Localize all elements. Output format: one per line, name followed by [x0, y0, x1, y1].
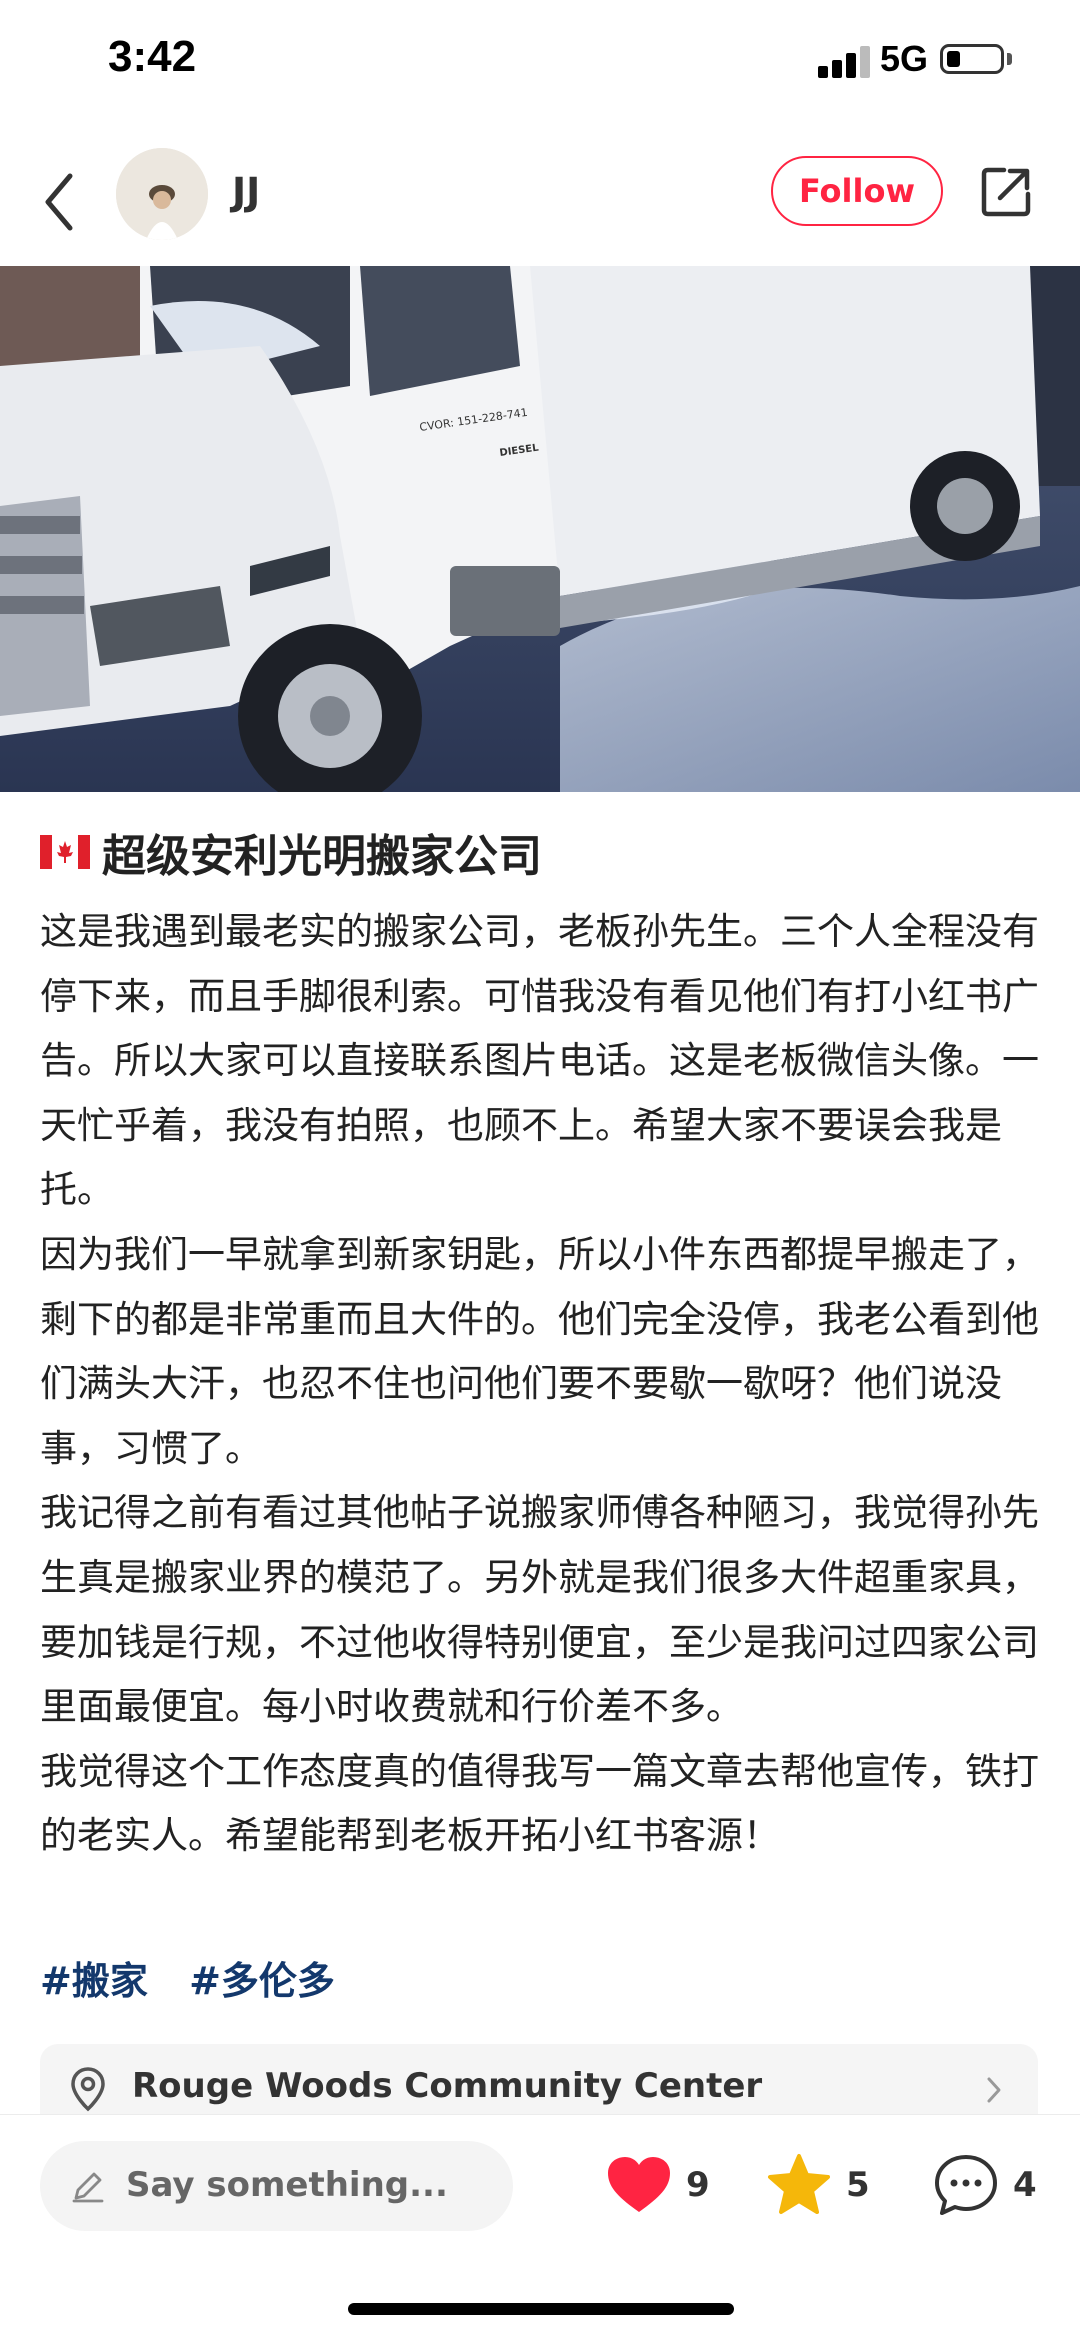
signal-icon [818, 44, 874, 78]
post-body: 这是我遇到最老实的搬家公司，老板孙先生。三个人全程没有停下来，而且手脚很利索。可… [40, 900, 1045, 1869]
comment-bubble-icon [935, 2155, 997, 2215]
follow-button[interactable]: Follow [771, 156, 943, 226]
post-tags: #搬家 #多伦多 [40, 1950, 363, 2005]
battery-icon [940, 44, 1004, 74]
location-name: Rouge Woods Community Center [132, 2066, 763, 2106]
back-arrow-icon[interactable] [36, 162, 86, 242]
status-bar: 3:42 5G [0, 0, 1080, 120]
post-paragraph: 我觉得这个工作态度真的值得我写一篇文章去帮他宣传，铁打的老实人。希望能帮到老板开… [40, 1749, 1039, 1858]
post-header: JJ Follow [0, 140, 1080, 266]
favorite-action[interactable]: 5 [766, 2153, 870, 2217]
post-title: 超级安利光明搬家公司 [40, 820, 542, 884]
pen-icon [72, 2172, 104, 2203]
tag-link[interactable]: #多伦多 [189, 1959, 335, 2003]
username[interactable]: JJ [232, 170, 260, 214]
canada-flag-icon [40, 835, 90, 869]
comment-count: 4 [1013, 2165, 1037, 2205]
post-photo[interactable]: CVOR: 151-228-741 DIESEL [0, 266, 1080, 792]
home-indicator [348, 2303, 734, 2315]
chevron-right-icon [987, 2077, 1001, 2103]
like-action[interactable]: 9 [606, 2153, 710, 2217]
share-icon[interactable] [978, 164, 1034, 220]
battery-cap [1007, 53, 1012, 65]
tag-link[interactable]: #搬家 [40, 1959, 148, 2003]
avatar[interactable] [116, 148, 208, 240]
post-paragraph: 这是我遇到最老实的搬家公司，老板孙先生。三个人全程没有停下来，而且手脚很利索。可… [40, 910, 1039, 1212]
post-paragraph: 因为我们一早就拿到新家钥匙，所以小件东西都提早搬走了，剩下的都是非常重而且大件的… [40, 1232, 1039, 1470]
status-time: 3:42 [108, 32, 197, 81]
post-title-text: 超级安利光明搬家公司 [102, 831, 542, 882]
comment-action[interactable]: 4 [933, 2153, 1037, 2217]
network-type: 5G [880, 38, 929, 79]
heart-icon [608, 2157, 670, 2212]
star-icon [768, 2154, 830, 2214]
comment-input[interactable]: Say something... [40, 2141, 513, 2231]
comment-placeholder: Say something... [126, 2165, 448, 2205]
post-paragraph: 我记得之前有看过其他帖子说搬家师傅各种陋习，我觉得孙先生真是搬家业界的模范了。另… [40, 1491, 1039, 1729]
location-pin-icon [71, 2067, 105, 2112]
favorite-count: 5 [846, 2165, 870, 2205]
like-count: 9 [686, 2165, 710, 2205]
